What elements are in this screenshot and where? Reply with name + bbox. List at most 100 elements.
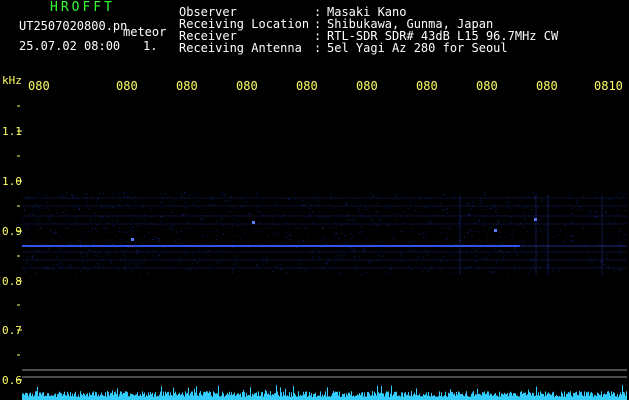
noise-dot xyxy=(128,247,130,249)
noise-dot xyxy=(68,201,70,202)
noise-floor-bar xyxy=(431,392,432,400)
noise-dot xyxy=(123,214,125,216)
noise-dot xyxy=(138,262,140,263)
noise-dot xyxy=(578,199,579,201)
noise-floor-bar xyxy=(242,392,243,400)
noise-floor-bar xyxy=(108,392,109,400)
noise-dot xyxy=(472,248,474,250)
noise-floor-bar xyxy=(569,392,570,400)
noise-dot xyxy=(320,196,322,198)
noise-dot xyxy=(626,210,627,211)
noise-dot xyxy=(408,265,410,267)
noise-dot xyxy=(279,264,281,266)
noise-floor-bar xyxy=(26,392,27,400)
noise-dot xyxy=(393,236,395,238)
noise-dot xyxy=(421,263,423,265)
noise-floor-bar xyxy=(288,396,289,400)
noise-dot xyxy=(475,255,477,256)
noise-dot xyxy=(257,265,259,267)
noise-floor-bar xyxy=(97,396,98,400)
noise-floor-bar xyxy=(234,392,235,400)
noise-dot xyxy=(386,225,388,227)
noise-floor-bar xyxy=(423,394,424,400)
noise-dot xyxy=(277,233,279,234)
noise-dot xyxy=(142,207,144,209)
noise-dot xyxy=(613,234,615,236)
noise-dot xyxy=(154,237,156,239)
noise-dot xyxy=(570,257,572,259)
noise-floor-bar xyxy=(547,393,548,400)
noise-dot xyxy=(586,218,588,220)
noise-dot xyxy=(109,207,110,209)
noise-dot xyxy=(373,204,375,206)
noise-dot xyxy=(390,220,392,222)
noise-dot xyxy=(623,235,625,237)
noise-dot xyxy=(539,265,541,267)
noise-floor-bar xyxy=(267,394,268,400)
noise-floor-bar xyxy=(560,396,561,400)
noise-dot xyxy=(388,264,390,266)
noise-floor-bar xyxy=(440,395,441,400)
noise-dot xyxy=(208,211,210,213)
noise-floor-bar xyxy=(84,394,85,400)
noise-floor-bar xyxy=(524,393,525,400)
noise-dot xyxy=(63,195,64,197)
noise-floor-bar xyxy=(606,394,607,400)
noise-dot xyxy=(239,270,241,272)
noise-floor-bar xyxy=(480,394,481,400)
noise-floor-bar xyxy=(74,393,75,400)
noise-dot xyxy=(358,207,360,209)
noise-dot xyxy=(198,216,200,218)
noise-dot xyxy=(257,207,259,209)
noise-dot xyxy=(216,220,218,222)
noise-dot xyxy=(115,234,117,236)
noise-dot xyxy=(497,207,499,208)
noise-floor-bar xyxy=(111,392,112,400)
noise-dot xyxy=(510,222,512,224)
noise-dot xyxy=(431,241,433,243)
noise-dot xyxy=(485,232,487,234)
noise-floor-bar xyxy=(247,395,248,400)
noise-floor-bar xyxy=(132,394,133,400)
noise-dot xyxy=(120,239,122,241)
noise-dot xyxy=(217,249,219,251)
noise-dot xyxy=(603,228,605,230)
noise-floor-bar xyxy=(67,391,68,400)
noise-floor-bar xyxy=(252,393,253,400)
noise-dot xyxy=(57,263,59,265)
noise-dot xyxy=(423,228,425,230)
noise-floor-bar xyxy=(462,393,463,400)
noise-dot xyxy=(131,198,133,200)
noise-dot xyxy=(479,199,481,201)
noise-floor-bar xyxy=(138,395,139,400)
noise-dot xyxy=(593,224,595,226)
noise-dot xyxy=(297,241,299,243)
noise-dot xyxy=(26,221,28,223)
noise-floor-bar xyxy=(433,395,434,400)
noise-dot xyxy=(529,212,531,214)
noise-dot xyxy=(204,240,206,241)
noise-dot xyxy=(62,264,64,266)
noise-dot xyxy=(266,263,268,265)
noise-dot xyxy=(74,222,75,224)
noise-floor-bar xyxy=(194,388,195,400)
noise-dot xyxy=(31,257,33,259)
noise-dot xyxy=(63,211,64,213)
noise-floor-bar xyxy=(471,393,472,400)
noise-dot xyxy=(558,271,560,273)
noise-dot xyxy=(590,213,592,215)
noise-dot xyxy=(162,201,164,203)
noise-floor-bar xyxy=(235,396,236,400)
noise-dot xyxy=(400,216,402,218)
noise-dot xyxy=(446,208,448,210)
noise-floor-bar xyxy=(368,392,369,400)
noise-dot xyxy=(86,255,88,257)
noise-dot xyxy=(399,199,401,201)
noise-floor-bar xyxy=(249,395,250,400)
noise-dot xyxy=(452,272,453,274)
noise-dot xyxy=(499,250,501,252)
noise-dot xyxy=(325,262,327,264)
noise-dot xyxy=(361,231,363,233)
noise-floor-bar xyxy=(301,395,302,400)
noise-dot xyxy=(163,212,165,214)
